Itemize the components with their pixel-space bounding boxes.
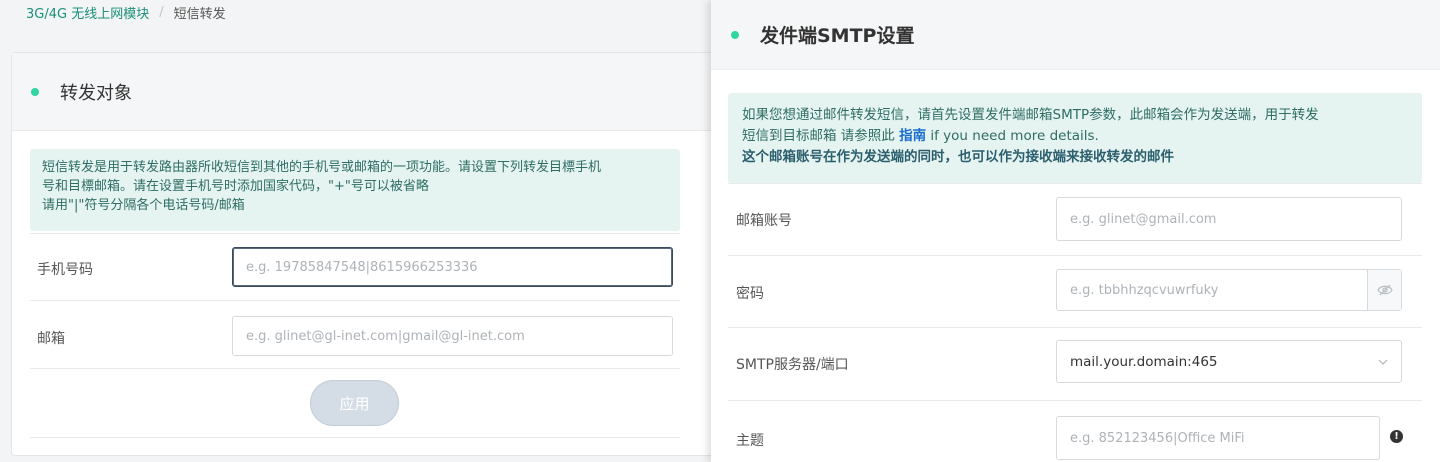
notice-text: if you need more details. bbox=[926, 128, 1099, 144]
notice-line: 短信转发是用于转发路由器所收短信到其他的手机号或邮箱的一项功能。请设置下列转发目… bbox=[42, 160, 602, 175]
status-dot-icon bbox=[31, 87, 39, 96]
smtp-server-value: mail.your.domain:465 bbox=[1070, 353, 1218, 370]
phone-input[interactable] bbox=[232, 247, 673, 287]
divider bbox=[728, 400, 1422, 401]
divider bbox=[30, 437, 680, 438]
chevron-down-icon bbox=[1378, 359, 1388, 365]
notice-line: 短信到目标邮箱 请参照此 指南 if you need more details… bbox=[742, 126, 1408, 147]
guide-link[interactable]: 指南 bbox=[899, 128, 926, 144]
breadcrumb-current: 短信转发 bbox=[173, 6, 226, 22]
divider bbox=[30, 368, 680, 369]
divider bbox=[728, 183, 1422, 184]
notice-text: 短信到目标邮箱 请参照此 bbox=[742, 128, 900, 144]
password-label: 密码 bbox=[736, 286, 764, 302]
eye-slash-icon[interactable] bbox=[1367, 270, 1401, 310]
password-input[interactable] bbox=[1057, 270, 1367, 310]
email-input[interactable] bbox=[232, 316, 673, 356]
email-label: 邮箱 bbox=[37, 331, 65, 347]
divider bbox=[728, 255, 1422, 256]
smtp-settings-panel: 发件端SMTP设置 如果您想通过邮件转发短信，请首先设置发件端邮箱SMTP参数，… bbox=[711, 0, 1440, 462]
forward-target-notice: 短信转发是用于转发路由器所收短信到其他的手机号或邮箱的一项功能。请设置下列转发目… bbox=[30, 149, 680, 231]
subject-label: 主题 bbox=[736, 433, 764, 449]
forward-target-card: 转发对象 短信转发是用于转发路由器所收短信到其他的手机号或邮箱的一项功能。请设置… bbox=[11, 52, 731, 456]
forward-target-title: 转发对象 bbox=[60, 82, 132, 104]
breadcrumb-separator: / bbox=[159, 4, 164, 20]
smtp-title: 发件端SMTP设置 bbox=[760, 25, 915, 47]
notice-line: 如果您想通过邮件转发短信，请首先设置发件端邮箱SMTP参数，此邮箱会作为发送端，… bbox=[742, 107, 1319, 123]
notice-line: 号和目標邮箱。请在设置手机号时添加国家代码，"+"号可以被省略 bbox=[42, 179, 429, 194]
breadcrumb-parent-link[interactable]: 3G/4G 无线上网模块 bbox=[26, 3, 149, 22]
divider bbox=[30, 233, 680, 234]
smtp-server-select[interactable]: mail.your.domain:465 bbox=[1056, 340, 1402, 383]
subject-input[interactable] bbox=[1056, 416, 1380, 460]
account-label: 邮箱账号 bbox=[736, 213, 792, 229]
breadcrumb: 3G/4G 无线上网模块 / 短信转发 bbox=[26, 3, 226, 22]
smtp-header: 发件端SMTP设置 bbox=[711, 0, 1440, 70]
notice-bold-line: 这个邮箱账号在作为发送端的同时，也可以作为接收端来接收转发的邮件 bbox=[742, 149, 1174, 165]
smtp-server-label: SMTP服务器/端口 bbox=[736, 357, 849, 373]
phone-label: 手机号码 bbox=[37, 262, 93, 278]
apply-button[interactable]: 应用 bbox=[310, 380, 399, 426]
status-dot-icon bbox=[731, 30, 739, 39]
smtp-notice: 如果您想通过邮件转发短信，请首先设置发件端邮箱SMTP参数，此邮箱会作为发送端，… bbox=[728, 93, 1422, 183]
password-field bbox=[1056, 269, 1402, 311]
divider bbox=[728, 327, 1422, 328]
forward-target-header: 转发对象 bbox=[12, 53, 730, 131]
account-input[interactable] bbox=[1056, 197, 1402, 241]
notice-line: 请用"|"符号分隔各个电话号码/邮箱 bbox=[42, 198, 245, 213]
divider bbox=[30, 300, 680, 301]
exclamation-circle-icon[interactable]: ! bbox=[1390, 430, 1403, 443]
